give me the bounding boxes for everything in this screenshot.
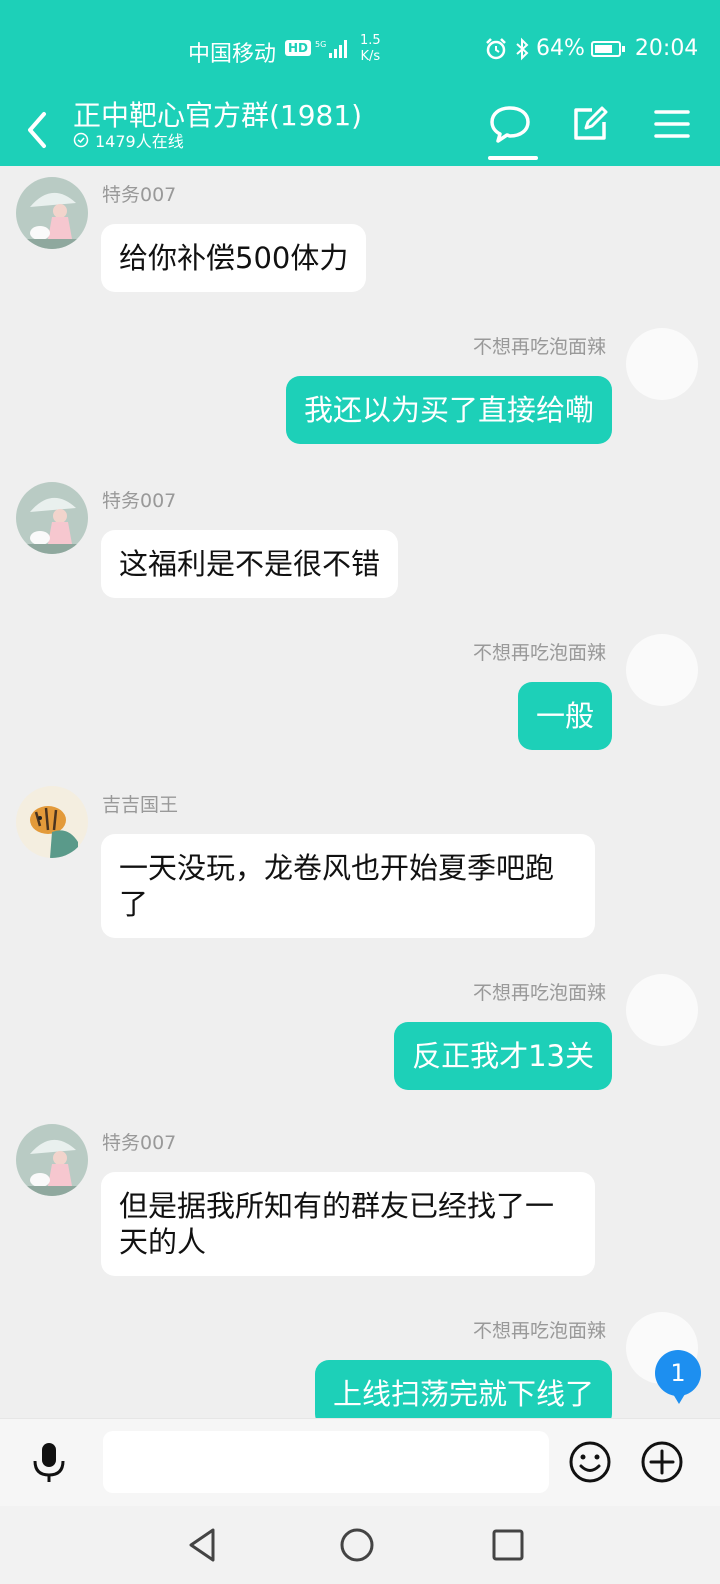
speed-unit: K/s xyxy=(360,49,381,64)
message-bubble[interactable]: 但是据我所知有的群友已经找了一天的人 xyxy=(101,1172,595,1276)
message-bubble[interactable]: 反正我才13关 xyxy=(394,1022,612,1090)
avatar-tiger-icon xyxy=(16,786,88,858)
avatar-girl-umbrella-icon xyxy=(16,1124,88,1196)
message-bubble[interactable]: 一天没玩，龙卷风也开始夏季吧跑了 xyxy=(101,834,595,938)
back-arrow-icon[interactable] xyxy=(20,102,60,152)
system-navigation-bar xyxy=(0,1506,720,1584)
input-bar xyxy=(0,1418,720,1507)
network-speed: 1.5 K/s xyxy=(360,33,381,65)
avatar[interactable] xyxy=(626,974,698,1046)
message-bubble[interactable]: 这福利是不是很不错 xyxy=(101,530,399,598)
message-input[interactable] xyxy=(103,1431,549,1493)
menu-icon[interactable] xyxy=(648,100,696,148)
bluetooth-icon xyxy=(516,37,529,60)
carrier-label: 中国移动 xyxy=(188,42,277,67)
active-tab-indicator xyxy=(488,156,538,160)
avatar[interactable] xyxy=(626,634,698,706)
avatar[interactable] xyxy=(16,1124,88,1196)
chat-header: 正中靶心官方群(1981) 1479人在线 xyxy=(0,90,720,166)
sender-name: 不想再吃泡面辣 xyxy=(472,336,606,358)
avatar[interactable] xyxy=(16,177,88,249)
avatar[interactable] xyxy=(16,786,88,858)
message-bubble[interactable]: 一般 xyxy=(517,682,612,750)
network-label: 5G xyxy=(315,40,326,49)
battery-percent: 64% xyxy=(536,36,585,61)
message-bubble[interactable]: 我还以为买了直接给嘞 xyxy=(285,376,612,444)
speed-value: 1.5 xyxy=(360,33,381,48)
microphone-icon[interactable] xyxy=(26,1439,72,1485)
avatar[interactable] xyxy=(16,482,88,554)
sender-name: 特务007 xyxy=(102,1132,177,1154)
avatar[interactable] xyxy=(626,328,698,400)
battery-icon xyxy=(590,40,625,57)
sender-name: 特务007 xyxy=(102,184,177,206)
message-bubble[interactable]: 给你补偿500体力 xyxy=(101,224,367,292)
alarm-icon xyxy=(486,37,506,59)
status-right: 64% 20:04 xyxy=(484,36,698,61)
online-check-icon xyxy=(73,132,89,148)
sender-name: 不想再吃泡面辣 xyxy=(472,1320,606,1342)
hd-badge: HD xyxy=(285,40,312,56)
avatar-girl-umbrella-icon xyxy=(16,177,88,249)
sender-name: 吉吉国王 xyxy=(102,794,179,816)
emoji-icon[interactable] xyxy=(567,1439,613,1485)
nav-recents-icon[interactable] xyxy=(487,1524,529,1566)
plus-icon[interactable] xyxy=(639,1439,685,1485)
nav-home-icon[interactable] xyxy=(336,1524,378,1566)
clock: 20:04 xyxy=(634,36,699,61)
sender-name: 特务007 xyxy=(102,490,177,512)
sender-name: 不想再吃泡面辣 xyxy=(472,982,606,1004)
edit-icon[interactable] xyxy=(566,100,614,148)
signal-icon: 5G xyxy=(315,40,347,58)
status-bar: 中国移动 HD 5G 1.5 K/s 64% 20:04 xyxy=(0,0,720,90)
sender-name: 不想再吃泡面辣 xyxy=(472,642,606,664)
nav-back-icon[interactable] xyxy=(183,1524,225,1566)
unread-badge[interactable]: 1 xyxy=(655,1350,701,1404)
avatar-girl-umbrella-icon xyxy=(16,482,88,554)
chat-bubble-icon[interactable] xyxy=(486,100,534,148)
online-count: 1479人在线 xyxy=(73,128,184,152)
online-count-label: 1479人在线 xyxy=(95,132,184,151)
